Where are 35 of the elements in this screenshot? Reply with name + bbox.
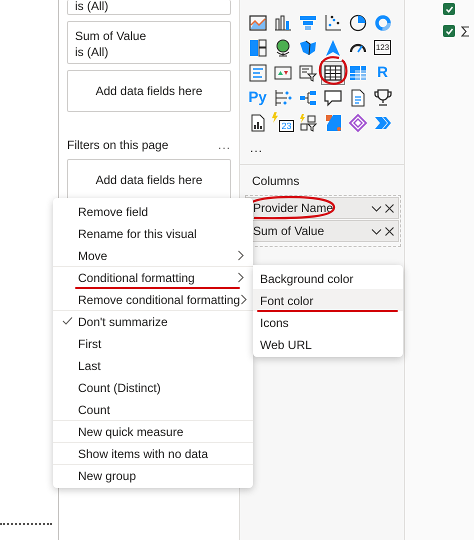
section-label: Columns — [252, 174, 300, 188]
menu-item[interactable]: New quick measure — [53, 420, 253, 442]
field-name: Sum of Value — [253, 224, 326, 238]
close-icon[interactable] — [384, 226, 395, 236]
menu-item[interactable]: Font color — [253, 289, 403, 311]
lightning-icon — [272, 112, 278, 122]
menu-item[interactable]: Web URL — [253, 333, 403, 355]
menu-item[interactable]: First — [53, 332, 253, 354]
more-visuals-button[interactable]: ... — [250, 141, 264, 155]
filter-card[interactable]: Sum of Value is (All) — [67, 21, 231, 64]
more-options-button[interactable]: ... — [218, 138, 231, 152]
menu-item[interactable]: Count (Distinct) — [53, 376, 253, 398]
section-title: Filters on this page — [67, 138, 168, 152]
close-icon[interactable] — [384, 202, 395, 214]
filter-card[interactable]: is (All) — [67, 0, 231, 15]
menu-item[interactable]: Show items with no data — [53, 442, 253, 464]
drop-zone[interactable]: Add data fields here — [67, 70, 231, 112]
card-visual-button[interactable]: 123 — [370, 36, 394, 60]
filter-text: Sum of Value — [75, 28, 148, 44]
filter-text: is (All) — [75, 44, 110, 60]
drop-zone[interactable]: Add data fields here — [67, 159, 231, 201]
menu-item[interactable]: New group — [53, 464, 253, 486]
menu-item[interactable]: Background color — [253, 267, 403, 289]
checkbox[interactable] — [443, 3, 455, 15]
filter-text: is (All) — [75, 0, 110, 13]
menu-item[interactable]: Move — [53, 244, 253, 266]
menu-item[interactable]: Remove conditional formatting — [53, 288, 253, 310]
checkbox[interactable] — [443, 25, 455, 37]
menu-item[interactable]: Count — [53, 398, 253, 420]
menu-item[interactable]: Don't summarize — [53, 310, 253, 332]
field-name: Provider Name — [253, 201, 334, 215]
menu-item[interactable]: Icons — [253, 311, 403, 333]
menu-item[interactable]: Last — [53, 354, 253, 376]
field-pill[interactable]: Provider Name — [246, 197, 399, 219]
menu-item[interactable]: Conditional formatting — [53, 266, 253, 288]
